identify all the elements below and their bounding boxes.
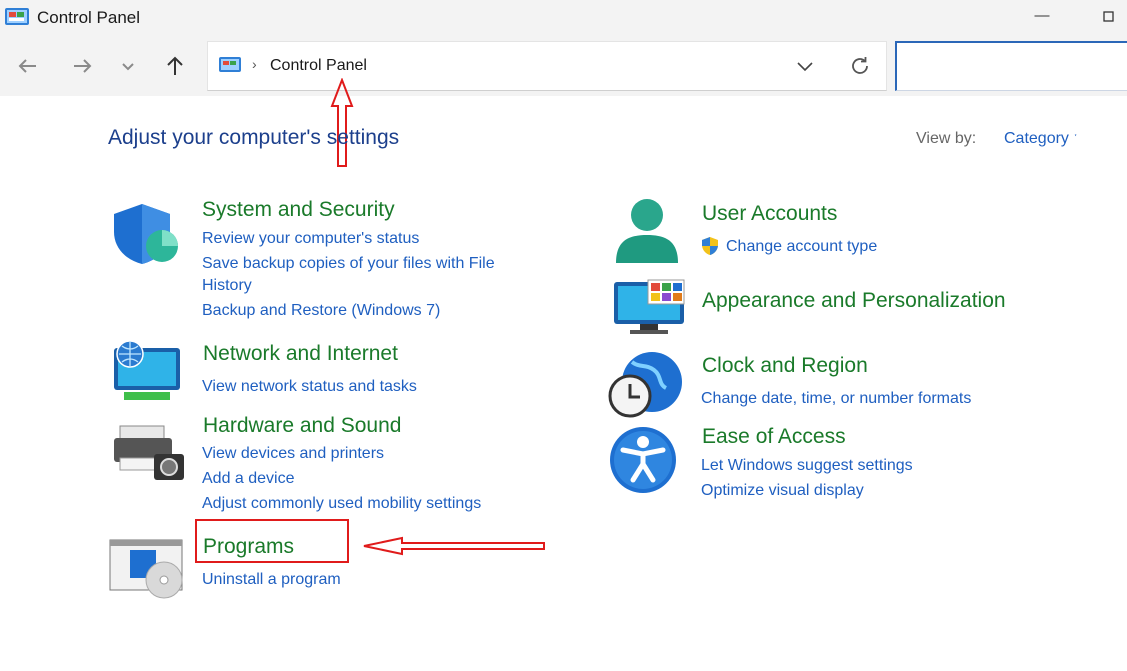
shield-icon[interactable]: [110, 202, 182, 266]
link-network-status[interactable]: View network status and tasks: [202, 376, 417, 398]
title-bar: [0, 0, 1127, 38]
category-ease-of-access[interactable]: Ease of Access: [702, 425, 846, 449]
up-button[interactable]: [161, 52, 189, 80]
programs-disc-icon[interactable]: [108, 538, 186, 600]
accessibility-icon[interactable]: [609, 426, 677, 494]
link-save-backup-history[interactable]: History: [202, 275, 252, 297]
link-change-account-type[interactable]: Change account type: [726, 236, 877, 258]
link-mobility-settings[interactable]: Adjust commonly used mobility settings: [202, 493, 481, 515]
clock-globe-icon[interactable]: [608, 350, 686, 420]
page-title: Adjust your computer's settings: [108, 126, 400, 149]
user-icon[interactable]: [612, 197, 682, 267]
category-clock-and-region[interactable]: Clock and Region: [702, 354, 868, 378]
category-hardware-and-sound[interactable]: Hardware and Sound: [203, 414, 401, 438]
category-programs[interactable]: Programs: [203, 535, 294, 559]
forward-arrow-icon: [74, 59, 92, 73]
annotation-left-arrow: [362, 536, 548, 556]
chevron-down-icon: [797, 62, 813, 72]
address-dropdown-button[interactable]: [795, 55, 815, 77]
up-arrow-icon: [167, 56, 183, 75]
link-uninstall-program[interactable]: Uninstall a program: [202, 569, 341, 591]
link-review-status[interactable]: Review your computer's status: [202, 228, 419, 250]
view-by-label: View by:: [916, 130, 977, 147]
category-system-and-security[interactable]: System and Security: [202, 198, 395, 222]
link-add-device[interactable]: Add a device: [202, 468, 295, 490]
category-network-and-internet[interactable]: Network and Internet: [203, 342, 398, 366]
link-change-date-time[interactable]: Change date, time, or number formats: [701, 388, 971, 410]
globe-monitor-icon[interactable]: [110, 340, 184, 406]
back-button[interactable]: [14, 52, 42, 80]
refresh-button[interactable]: [848, 54, 872, 78]
recent-dropdown-icon: [122, 63, 134, 71]
forward-button[interactable]: [68, 52, 96, 80]
view-by-dropdown[interactable]: Category ˑ: [1004, 130, 1078, 148]
link-optimize-visual-display[interactable]: Optimize visual display: [701, 480, 864, 502]
control-panel-icon: [218, 55, 242, 75]
back-arrow-icon: [18, 59, 36, 73]
breadcrumb-separator: ›: [252, 56, 257, 72]
recent-locations-button[interactable]: [114, 52, 142, 80]
uac-shield-icon: [700, 236, 720, 256]
window-title: Control Panel: [37, 8, 141, 27]
search-input[interactable]: [895, 41, 1127, 91]
link-save-backup[interactable]: Save backup copies of your files with Fi…: [202, 253, 495, 275]
link-devices-printers[interactable]: View devices and printers: [202, 443, 384, 465]
monitor-palette-icon[interactable]: [612, 278, 686, 336]
breadcrumb-control-panel[interactable]: Control Panel: [270, 57, 367, 75]
link-windows-suggest-settings[interactable]: Let Windows suggest settings: [701, 455, 913, 477]
annotation-up-arrow: [330, 78, 354, 170]
maximize-button[interactable]: [1099, 6, 1119, 26]
link-backup-restore[interactable]: Backup and Restore (Windows 7): [202, 300, 440, 322]
category-user-accounts[interactable]: User Accounts: [702, 202, 837, 226]
category-appearance-and-personalization[interactable]: Appearance and Personalization: [702, 289, 1006, 313]
printer-camera-icon[interactable]: [110, 424, 186, 484]
minimize-button[interactable]: —: [1032, 6, 1052, 26]
refresh-icon: [852, 57, 868, 74]
control-panel-icon: [4, 7, 30, 27]
